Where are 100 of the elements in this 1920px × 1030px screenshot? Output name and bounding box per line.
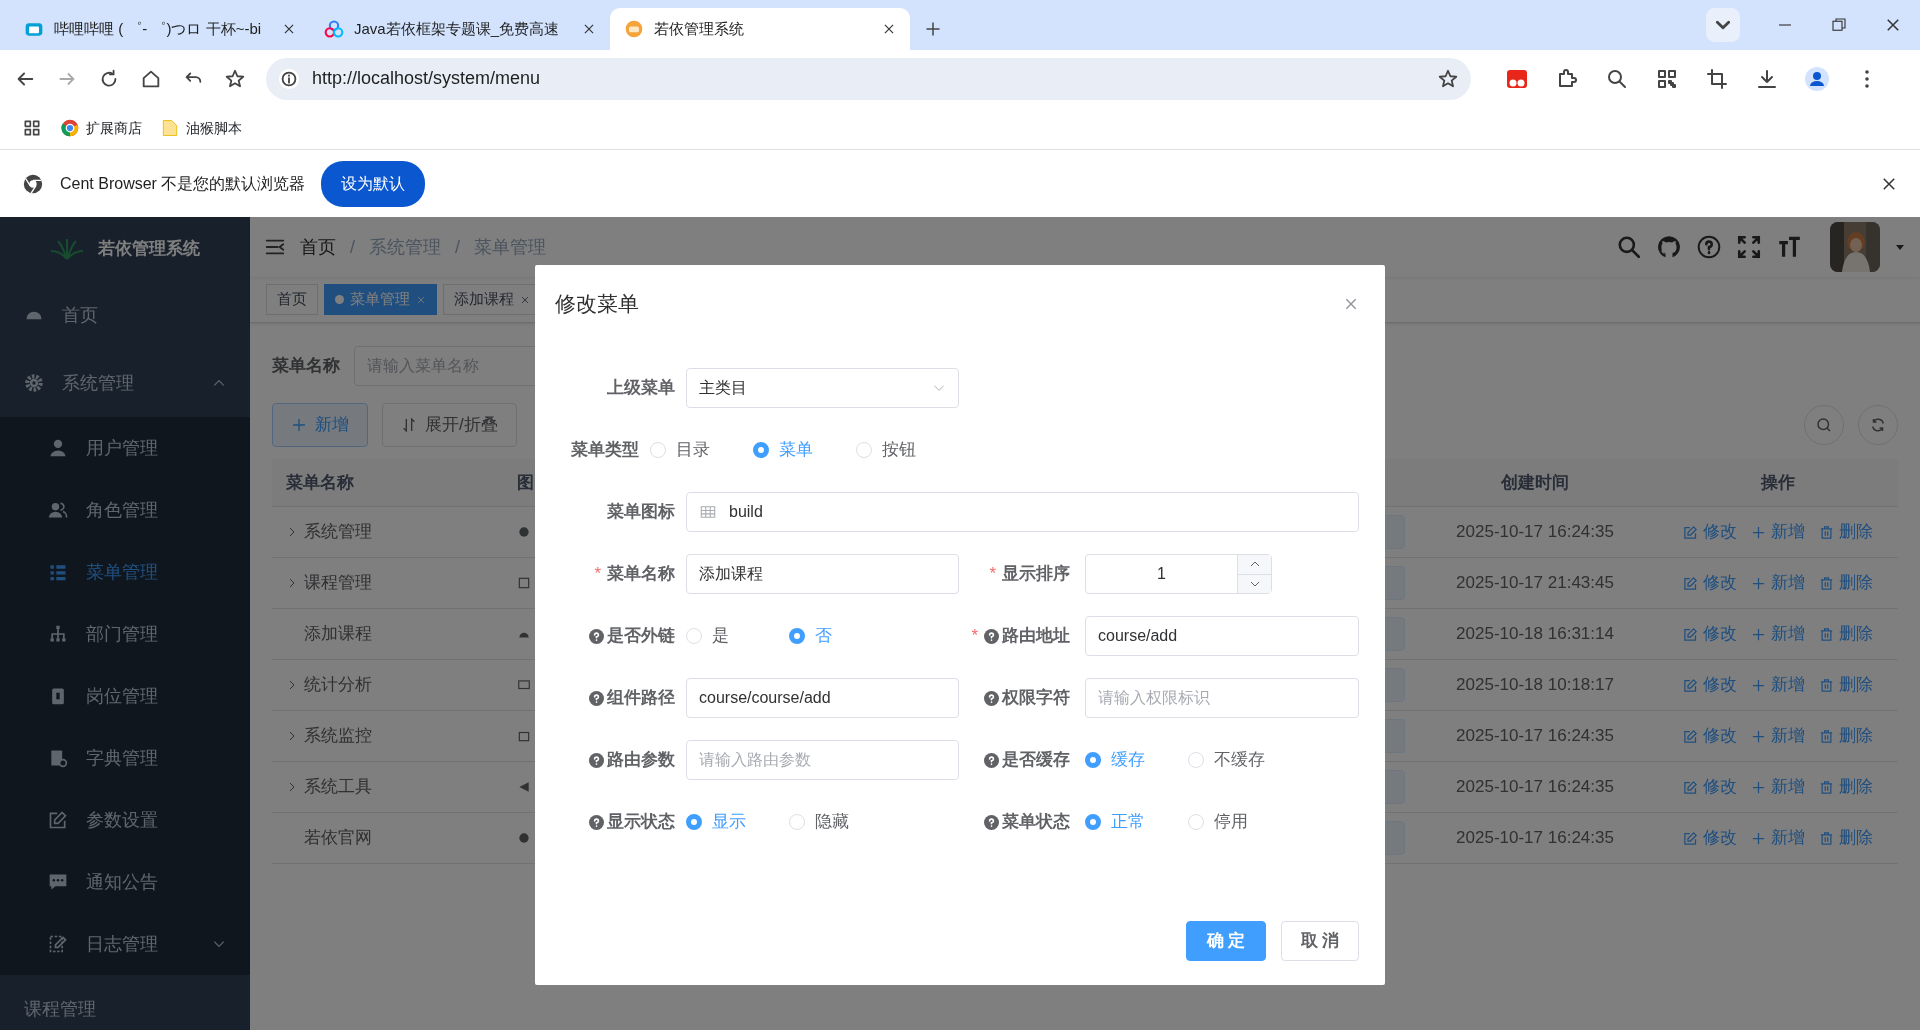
font-size-icon[interactable] (1776, 234, 1802, 260)
search-button[interactable] (1804, 405, 1844, 445)
new-tab-icon[interactable] (924, 20, 942, 38)
text-field[interactable]: 添加课程 (686, 554, 959, 594)
help-icon[interactable] (589, 814, 604, 830)
edit-link[interactable]: 修改 (1682, 774, 1737, 800)
expand-collapse-button[interactable]: 展开/折叠 (382, 403, 517, 447)
bookmark[interactable]: 扩展商店 (60, 117, 142, 139)
page-tab[interactable]: 首页 (266, 284, 318, 315)
confirm-button[interactable]: 确 定 (1186, 921, 1266, 961)
browser-logo-icon (22, 172, 44, 195)
edit-link[interactable]: 修改 (1682, 723, 1737, 749)
delete-link[interactable]: 删除 (1818, 774, 1873, 800)
radio-option[interactable]: 停用 (1188, 809, 1291, 835)
radio-option[interactable]: 隐藏 (789, 809, 892, 835)
sidebar-item[interactable]: 参数设置 (0, 789, 250, 851)
tab-list-icon[interactable] (1706, 8, 1740, 42)
sidebar-item[interactable]: 日志管理 (0, 913, 250, 975)
add-link[interactable]: 新增 (1750, 519, 1805, 545)
add-link[interactable]: 新增 (1750, 570, 1805, 596)
icon-input-field[interactable]: build (686, 492, 1359, 532)
edit-link[interactable]: 修改 (1682, 672, 1737, 698)
edit-icon (1682, 524, 1698, 540)
apps-icon[interactable] (22, 118, 42, 138)
address-bar[interactable]: http://localhost/system/menu (266, 57, 1471, 100)
delete-link[interactable]: 删除 (1818, 723, 1873, 749)
sidebar-item[interactable]: 字典管理 (0, 727, 250, 789)
sidebar-item[interactable]: 菜单管理 (0, 541, 250, 603)
browser-tab[interactable]: Java若依框架专题课_免费高速 (310, 8, 610, 50)
column-header: 图 (517, 472, 534, 492)
radio-option[interactable]: 正常 (1085, 809, 1188, 835)
radio-option[interactable]: 菜单 (753, 437, 856, 463)
radio-option[interactable]: 缓存 (1085, 747, 1188, 773)
browser-tab[interactable]: 哔哩哔哩 ( ゜- ゜)つロ 干杯~-bi (10, 8, 310, 50)
close-icon (416, 294, 426, 305)
text-field[interactable]: course/add (1085, 616, 1359, 656)
browser-tab[interactable]: 若依管理系统 (610, 8, 910, 50)
radio-option[interactable]: 显示 (686, 809, 789, 835)
edit-link[interactable]: 修改 (1682, 825, 1737, 851)
close-icon[interactable] (1343, 296, 1359, 312)
help-icon[interactable] (589, 628, 604, 644)
sidebar-item[interactable]: 岗位管理 (0, 665, 250, 727)
github-icon[interactable] (1656, 234, 1682, 260)
add-link[interactable]: 新增 (1750, 672, 1805, 698)
table-cell: 2025-10-18 10:18:17 (1456, 675, 1614, 695)
star-icon[interactable] (224, 67, 246, 90)
logo-icon (50, 237, 84, 261)
add-link[interactable]: 新增 (1750, 825, 1805, 851)
log-icon (48, 934, 68, 954)
edit-icon (1682, 728, 1698, 744)
delete-link[interactable]: 删除 (1818, 825, 1873, 851)
add-button[interactable]: 新增 (272, 403, 368, 447)
sidebar-item[interactable]: 用户管理 (0, 417, 250, 479)
cancel-button[interactable]: 取 消 (1281, 921, 1359, 961)
help-icon[interactable] (984, 752, 999, 768)
help-icon[interactable] (589, 752, 604, 768)
refresh-button[interactable] (1858, 405, 1898, 445)
sidebar-item[interactable]: 课程管理 (0, 975, 250, 1030)
send-icon (517, 780, 531, 794)
sidebar-item[interactable]: 首页 (0, 281, 250, 349)
bookmark-star-icon[interactable] (1437, 67, 1459, 90)
edit-link[interactable]: 修改 (1682, 621, 1737, 647)
help-icon[interactable] (1696, 234, 1722, 260)
breadcrumb-item[interactable]: 首页 (300, 233, 336, 261)
radio-option[interactable]: 按钮 (856, 437, 959, 463)
profile-icon[interactable] (1805, 66, 1829, 91)
dot-icon (335, 295, 344, 304)
delete-link[interactable]: 删除 (1818, 570, 1873, 596)
help-icon[interactable] (984, 628, 999, 644)
sidebar-item[interactable]: 通知公告 (0, 851, 250, 913)
delete-link[interactable]: 删除 (1818, 621, 1873, 647)
edit-link[interactable]: 修改 (1682, 519, 1737, 545)
sidebar-item[interactable]: 部门管理 (0, 603, 250, 665)
text-field[interactable]: 请输入路由参数 (686, 740, 959, 780)
bookmark[interactable]: 油猴脚本 (160, 117, 242, 139)
help-icon[interactable] (984, 690, 999, 706)
search-icon[interactable] (1616, 234, 1642, 260)
sidebar-item[interactable]: 系统管理 (0, 349, 250, 417)
select-field[interactable]: 主类目 (686, 368, 959, 408)
help-icon[interactable] (984, 814, 999, 830)
add-link[interactable]: 新增 (1750, 774, 1805, 800)
delete-link[interactable]: 删除 (1818, 519, 1873, 545)
help-icon[interactable] (589, 690, 604, 706)
set-default-button[interactable]: 设为默认 (321, 160, 426, 207)
delete-link[interactable]: 删除 (1818, 672, 1873, 698)
text-field[interactable]: course/course/add (686, 678, 959, 718)
fullscreen-icon[interactable] (1736, 234, 1762, 260)
crop-icon[interactable] (1705, 66, 1729, 91)
add-link[interactable]: 新增 (1750, 621, 1805, 647)
page-tab[interactable]: 菜单管理 (324, 284, 437, 315)
number-field[interactable]: 1 (1085, 554, 1272, 594)
add-link[interactable]: 新增 (1750, 723, 1805, 749)
radio-option[interactable]: 目录 (650, 437, 753, 463)
edit-link[interactable]: 修改 (1682, 570, 1737, 596)
radio-option[interactable]: 是 (686, 623, 789, 649)
sidebar-item[interactable]: 角色管理 (0, 479, 250, 541)
radio-option[interactable]: 否 (789, 623, 892, 649)
radio-option[interactable]: 不缓存 (1188, 747, 1291, 773)
text-field[interactable]: 请输入权限标识 (1085, 678, 1359, 718)
restore-icon[interactable] (1830, 16, 1848, 34)
